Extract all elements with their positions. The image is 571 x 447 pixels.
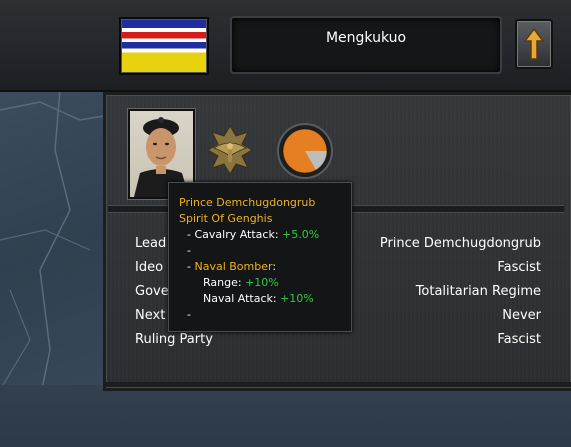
country-flag[interactable] [119,17,209,75]
tooltip-effect-unit-name: Naval Bomber [194,260,273,273]
eagle-emblem-icon[interactable] [206,124,254,176]
tooltip-trait-name: Spirit Of Genghis [179,212,273,225]
tooltip-effect-naval-attack: Naval Attack: +10% [203,290,314,307]
row-label-ruling-party: Ruling Party [135,332,213,347]
tooltip-separator-2: - [187,308,191,321]
tooltip-effect-unit: - Naval Bomber: [187,258,276,275]
arrow-up-icon [523,27,545,60]
country-name-box: Mengkukuo [230,16,502,74]
tooltip-effect-range: Range: +10% [203,274,279,291]
tooltip-separator-1: - [187,244,191,257]
ideology-pie-icon[interactable] [276,122,334,180]
tooltip-leader-name: Prince Demchugdongrub [179,196,316,209]
tooltip-effect-cavalry: - Cavalry Attack: +5.0% [187,226,319,243]
panel-bottom-edge [103,382,571,387]
row-label-government: Gove [135,284,169,299]
map-background-bottom[interactable] [0,385,571,447]
tooltip-effect-range-value: +10% [245,276,279,289]
row-value-ideology: Fascist [497,260,541,275]
tooltip-effect-naval-attack-value: +10% [280,292,314,305]
tooltip-effect-cavalry-value: +5.0% [282,228,320,241]
row-label-ideology: Ideo [135,260,164,275]
row-value-government: Totalitarian Regime [415,284,541,299]
row-value-leader: Prince Demchugdongrub [379,236,541,251]
tooltip-effect-range-label: Range: [203,276,246,289]
tooltip-effect-cavalry-label: - Cavalry Attack: [187,228,283,241]
row-value-ruling-party: Fascist [497,332,541,347]
row-label-next-election: Next [135,308,166,323]
row-value-next-election: Never [502,308,541,323]
tooltip-effect-naval-attack-label: Naval Attack: [203,292,281,305]
country-name: Mengkukuo [325,30,407,46]
leader-tooltip: Prince Demchugdongrub Spirit Of Genghis … [168,182,352,332]
tooltip-effect-unit-colon: : [272,260,277,273]
up-button[interactable] [515,19,553,69]
row-label-leader: Lead [135,236,167,251]
